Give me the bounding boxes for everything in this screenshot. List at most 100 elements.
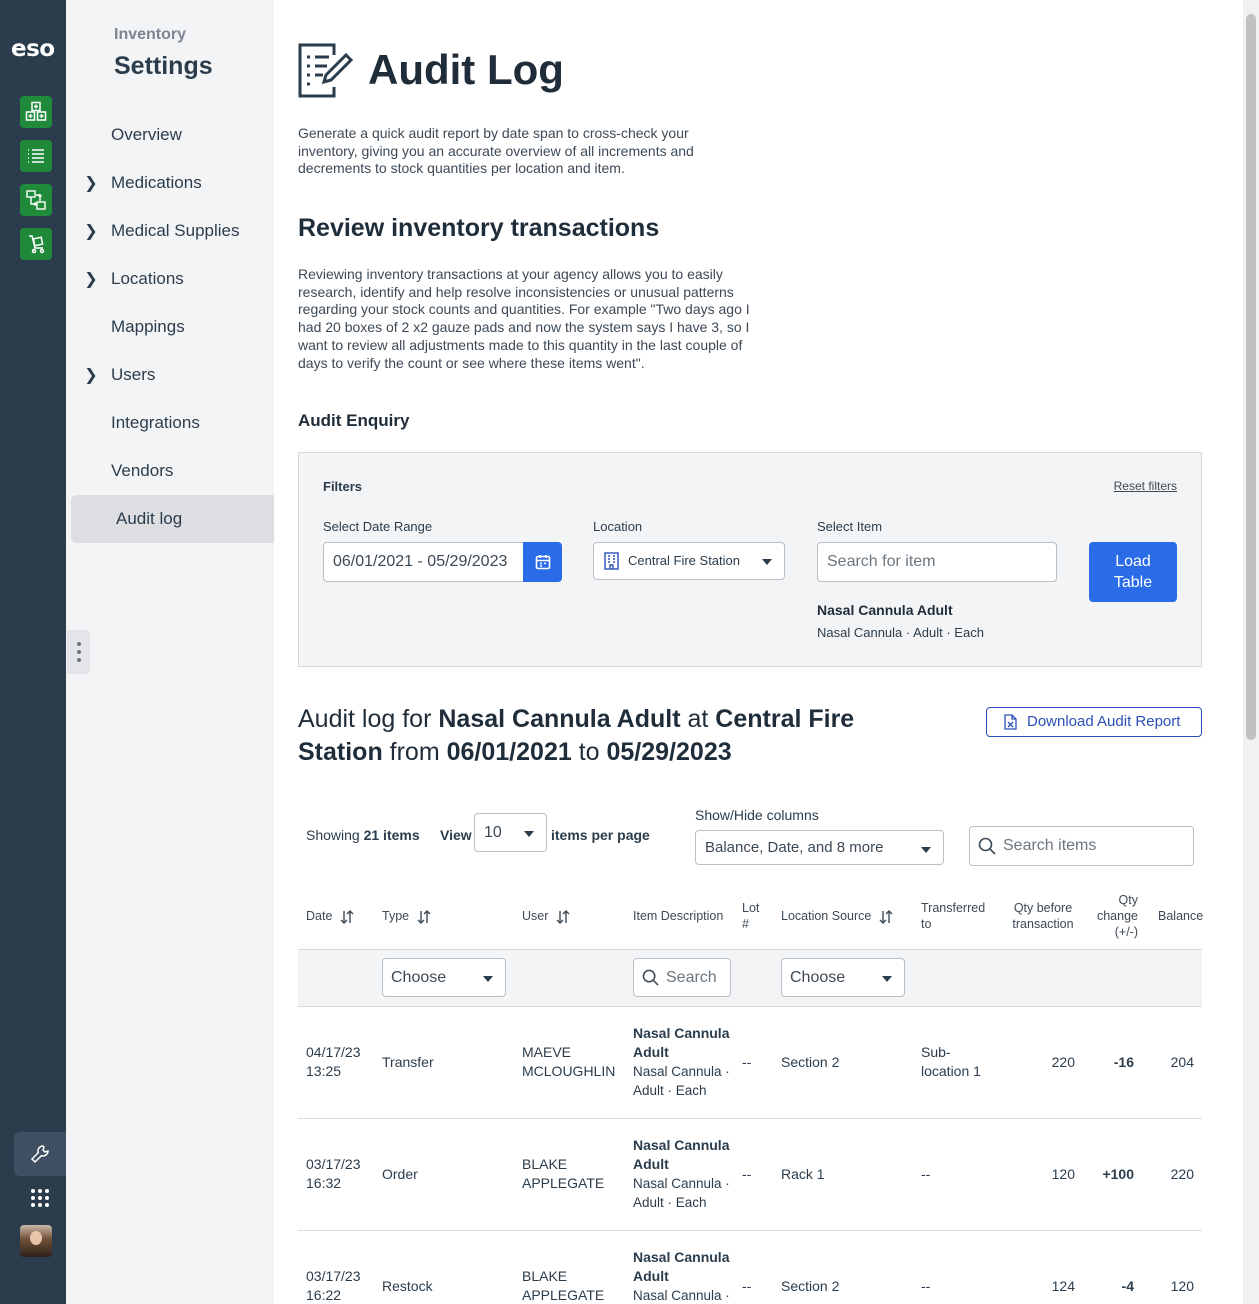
sidebar-item-medical-supplies[interactable]: ❯ Medical Supplies	[71, 207, 274, 255]
cell-transferred: --	[913, 1118, 999, 1231]
cell-qty-before: 124	[999, 1230, 1083, 1304]
cell-qty-change: +100	[1083, 1118, 1150, 1231]
item-filter-search[interactable]: Search	[633, 958, 731, 997]
cart-icon[interactable]	[20, 228, 52, 260]
sidebar-item-locations[interactable]: ❯ Locations	[71, 255, 274, 303]
sidebar-item-label: Medical Supplies	[111, 221, 240, 240]
cell-location: Section 2	[773, 1006, 913, 1119]
col-location-source[interactable]: Location Source	[773, 884, 913, 950]
col-item-description: Item Description	[625, 884, 738, 950]
chevron-right-icon: ❯	[84, 367, 98, 384]
sidebar-item-vendors[interactable]: Vendors	[71, 447, 274, 495]
cell-location: Section 2	[773, 1230, 913, 1304]
cell-user: MAEVE MCLOUGHLIN	[514, 1006, 625, 1119]
log-at: at	[680, 705, 716, 733]
col-qty-change: Qty change (+/-)	[1083, 884, 1150, 950]
item-search-input[interactable]: Search for item	[817, 542, 1057, 582]
log-end-date: 05/29/2023	[606, 738, 732, 766]
enquiry-title: Audit Enquiry	[298, 411, 410, 430]
download-report-button[interactable]: Download Audit Report	[986, 707, 1202, 737]
chevron-down-icon	[921, 847, 931, 853]
list-icon[interactable]	[20, 140, 52, 172]
date-range-input[interactable]: 06/01/2021 - 05/29/2023	[323, 542, 524, 582]
load-table-button[interactable]: Load Table	[1089, 542, 1177, 602]
sidebar-item-audit-log[interactable]: Audit log	[71, 495, 274, 543]
columns-select[interactable]: Balance, Date, and 8 more	[695, 830, 944, 865]
scrollbar-thumb[interactable]	[1246, 14, 1256, 740]
view-label: View	[440, 827, 472, 843]
cell-type: Restock	[374, 1230, 514, 1304]
building-icon	[604, 552, 619, 570]
selected-item-description: Nasal Cannula · Adult · Each	[817, 625, 984, 640]
sidebar-item-mappings[interactable]: Mappings	[71, 303, 274, 351]
table-row[interactable]: 03/17/23 16:32 Order BLAKE APPLEGATE Nasal…	[298, 1118, 1202, 1231]
wrench-icon[interactable]	[14, 1132, 66, 1176]
cell-type: Transfer	[374, 1006, 514, 1119]
sidebar-item-integrations[interactable]: Integrations	[71, 399, 274, 447]
cell-qty-change: -16	[1083, 1006, 1150, 1119]
cell-transferred: Sub-location 1	[913, 1006, 999, 1119]
sidebar-item-users[interactable]: ❯ Users	[71, 351, 274, 399]
sort-icon	[340, 909, 354, 924]
calendar-icon	[535, 555, 550, 570]
log-to: to	[571, 738, 607, 766]
col-balance: Balance	[1150, 884, 1203, 950]
log-prefix: Audit log for	[298, 705, 439, 733]
section-description: Reviewing inventory transactions at your…	[298, 266, 750, 371]
columns-value: Balance, Date, and 8 more	[705, 839, 884, 856]
chevron-down-icon	[524, 831, 534, 837]
sidebar-title: Settings	[114, 52, 213, 80]
sidebar-item-label: Users	[111, 365, 156, 384]
eso-logo[interactable]: eso	[11, 36, 55, 62]
cell-balance: 220	[1150, 1118, 1202, 1231]
table-row[interactable]: 04/17/23 13:25 Transfer MAEVE MCLOUGHLIN N…	[298, 1006, 1202, 1119]
load-label-line2: Table	[1113, 574, 1153, 591]
excel-file-icon	[1004, 714, 1017, 730]
location-select[interactable]: Central Fire Station	[593, 542, 785, 580]
sidebar-item-label: Overview	[111, 125, 182, 144]
table-search-input[interactable]: Search items	[969, 826, 1194, 866]
sort-icon	[417, 909, 431, 924]
col-date[interactable]: Date	[298, 884, 374, 950]
sidebar-item-label: Medications	[111, 173, 202, 192]
type-filter-select[interactable]: Choose	[382, 958, 506, 997]
load-label-line1: Load	[1115, 553, 1151, 570]
sidebar-item-medications[interactable]: ❯ Medications	[71, 159, 274, 207]
cell-balance: 204	[1150, 1006, 1202, 1119]
table-row[interactable]: 03/17/23 16:22 Restock BLAKE APPLEGATE Nas…	[298, 1230, 1202, 1304]
cell-item: Nasal Cannula AdultNasal Cannula · Adult…	[625, 1118, 738, 1231]
audit-document-icon	[298, 43, 354, 98]
sidebar-collapse-handle[interactable]	[67, 630, 90, 674]
sidebar-item-label: Vendors	[111, 461, 174, 480]
log-from: from	[382, 738, 447, 766]
page-size-select[interactable]: 10	[474, 813, 547, 852]
location-filter-select[interactable]: Choose	[781, 958, 905, 997]
sidebar-item-label: Audit log	[116, 509, 183, 528]
sidebar-supertitle: Inventory	[114, 26, 187, 43]
col-type[interactable]: Type	[374, 884, 514, 950]
calendar-button[interactable]	[523, 542, 562, 582]
transfer-icon[interactable]	[20, 184, 52, 216]
select-item-label: Select Item	[817, 519, 883, 534]
cell-user: BLAKE APPLEGATE	[514, 1230, 625, 1304]
filters-title: Filters	[323, 479, 363, 494]
search-icon	[978, 837, 996, 855]
page-scrollbar[interactable]	[1243, 0, 1259, 1304]
apps-grid-icon[interactable]	[14, 1176, 66, 1220]
reset-filters-link[interactable]: Reset filters	[1114, 479, 1177, 493]
cell-lot: --	[738, 1006, 773, 1119]
sidebar-item-overview[interactable]: Overview	[71, 111, 274, 159]
cell-lot: --	[738, 1118, 773, 1231]
col-user[interactable]: User	[514, 884, 625, 950]
settings-sidebar: Inventory Settings Overview ❯ Medications…	[66, 0, 274, 1304]
sort-icon	[879, 909, 893, 924]
date-range-label: Select Date Range	[323, 519, 433, 534]
cell-date: 03/17/23 16:22	[298, 1230, 374, 1304]
cell-item: Nasal Cannula AdultNasal Cannula · Adult…	[625, 1006, 738, 1119]
avatar[interactable]	[20, 1225, 52, 1257]
col-qty-before: Qty before transaction	[999, 884, 1083, 950]
log-start-date: 06/01/2021	[446, 738, 572, 766]
sidebar-item-label: Integrations	[111, 413, 200, 432]
inventory-grid-icon[interactable]	[20, 96, 52, 128]
items-per-page-label: items per page	[551, 827, 650, 843]
